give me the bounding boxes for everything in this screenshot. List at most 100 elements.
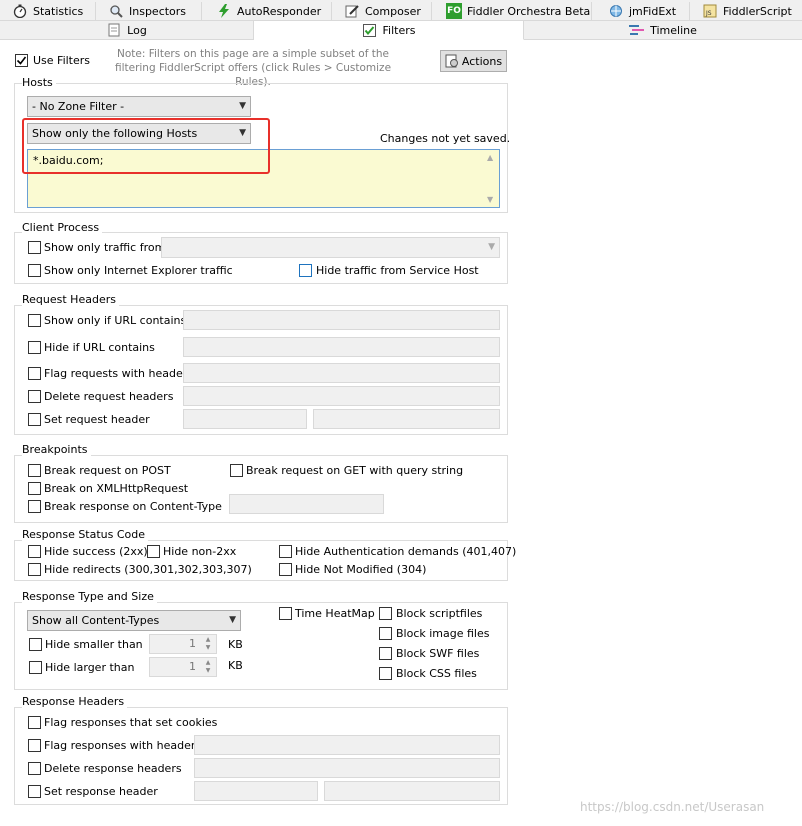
actions-icon bbox=[445, 54, 458, 68]
hide-service-host-checkbox[interactable] bbox=[299, 264, 312, 277]
hide-larger-checkbox[interactable] bbox=[29, 661, 42, 674]
actions-button[interactable]: Actions bbox=[440, 50, 507, 72]
hide-redirects-checkbox[interactable] bbox=[28, 563, 41, 576]
hide-url-input[interactable] bbox=[183, 337, 500, 357]
script-icon: JS bbox=[702, 3, 718, 19]
tab-fiddler-orchestra-label: Fiddler Orchestra Beta bbox=[467, 4, 591, 18]
break-post-checkbox[interactable] bbox=[28, 464, 41, 477]
set-request-header-checkbox[interactable] bbox=[28, 413, 41, 426]
check-icon bbox=[362, 22, 378, 38]
flag-cookies-checkbox[interactable] bbox=[28, 716, 41, 729]
tab-autoresponder[interactable]: AutoResponder bbox=[202, 2, 332, 21]
break-content-type-label: Break response on Content-Type bbox=[44, 500, 222, 513]
show-only-traffic-from-label: Show only traffic from bbox=[44, 241, 166, 254]
break-content-type-input[interactable] bbox=[229, 494, 384, 514]
flag-response-headers-checkbox[interactable] bbox=[28, 739, 41, 752]
tab-composer[interactable]: Composer bbox=[332, 2, 432, 21]
stopwatch-icon bbox=[12, 3, 28, 19]
chevron-down-icon: ▼ bbox=[488, 242, 495, 252]
chevron-down-icon: ▼ bbox=[239, 101, 246, 111]
block-css-checkbox[interactable] bbox=[379, 667, 392, 680]
flag-requests-input[interactable] bbox=[183, 363, 500, 383]
block-swf-label: Block SWF files bbox=[396, 647, 480, 660]
break-xhr-checkbox[interactable] bbox=[28, 482, 41, 495]
tab-statistics[interactable]: Statistics bbox=[0, 2, 96, 21]
show-only-ie-checkbox[interactable] bbox=[28, 264, 41, 277]
filters-panel: Use Filters Note: Filters on this page a… bbox=[0, 40, 802, 826]
hide-smaller-unit: KB bbox=[228, 638, 243, 651]
hosts-status-text: Changes not yet saved. bbox=[380, 132, 511, 145]
delete-response-headers-input[interactable] bbox=[194, 758, 500, 778]
flag-requests-checkbox[interactable] bbox=[28, 367, 41, 380]
spinner-arrows-icon[interactable]: ▲ ▼ bbox=[202, 659, 214, 675]
use-filters-label: Use Filters bbox=[33, 54, 91, 67]
show-only-url-label: Show only if URL contains bbox=[44, 314, 187, 327]
set-request-header-name-input[interactable] bbox=[183, 409, 307, 429]
tab-jmfidext-label: jmFidExt bbox=[629, 4, 677, 18]
hide-success-checkbox[interactable] bbox=[28, 545, 41, 558]
break-content-type-checkbox[interactable] bbox=[28, 500, 41, 513]
hide-smaller-value: 1 bbox=[189, 637, 196, 650]
delete-request-headers-checkbox[interactable] bbox=[28, 390, 41, 403]
hide-redirects-label: Hide redirects (300,301,302,303,307) bbox=[44, 563, 252, 576]
block-script-checkbox[interactable] bbox=[379, 607, 392, 620]
lightning-icon bbox=[216, 3, 232, 19]
show-only-traffic-from-checkbox[interactable] bbox=[28, 241, 41, 254]
set-response-header-value-input[interactable] bbox=[324, 781, 500, 801]
block-script-label: Block scriptfiles bbox=[396, 607, 483, 620]
set-response-header-name-input[interactable] bbox=[194, 781, 318, 801]
hide-smaller-label: Hide smaller than bbox=[45, 638, 143, 651]
tab-timeline[interactable]: Timeline bbox=[524, 21, 802, 40]
tab-composer-label: Composer bbox=[365, 4, 421, 18]
show-only-url-input[interactable] bbox=[183, 310, 500, 330]
delete-request-headers-input[interactable] bbox=[183, 386, 500, 406]
response-headers-title: Response Headers bbox=[22, 695, 128, 708]
break-get-query-checkbox[interactable] bbox=[230, 464, 243, 477]
flag-response-headers-input[interactable] bbox=[194, 735, 500, 755]
hide-url-label: Hide if URL contains bbox=[44, 341, 155, 354]
hide-service-host-label: Hide traffic from Service Host bbox=[316, 264, 479, 277]
hide-url-checkbox[interactable] bbox=[28, 341, 41, 354]
zone-filter-value: - No Zone Filter - bbox=[32, 100, 125, 113]
delete-response-headers-checkbox[interactable] bbox=[28, 762, 41, 775]
svg-text:JS: JS bbox=[705, 10, 712, 17]
show-only-ie-label: Show only Internet Explorer traffic bbox=[44, 264, 233, 277]
content-types-select[interactable]: Show all Content-Types ▼ bbox=[27, 610, 241, 631]
globe-icon bbox=[608, 3, 624, 19]
scroll-down-icon: ▼ bbox=[487, 195, 494, 204]
time-heatmap-label: Time HeatMap bbox=[295, 607, 375, 620]
tab-jmfidext[interactable]: jmFidExt bbox=[592, 2, 690, 21]
hosts-scrollbar[interactable]: ▲ ▼ bbox=[483, 150, 499, 207]
checkmark-icon bbox=[16, 56, 27, 65]
set-response-header-label: Set response header bbox=[44, 785, 158, 798]
block-image-checkbox[interactable] bbox=[379, 627, 392, 640]
hide-non2xx-checkbox[interactable] bbox=[147, 545, 160, 558]
set-request-header-value-input[interactable] bbox=[313, 409, 500, 429]
use-filters-checkbox[interactable] bbox=[15, 54, 28, 67]
show-only-url-checkbox[interactable] bbox=[28, 314, 41, 327]
hide-smaller-checkbox[interactable] bbox=[29, 638, 42, 651]
tab-fiddlerscript[interactable]: JS FiddlerScript bbox=[690, 2, 802, 21]
block-css-label: Block CSS files bbox=[396, 667, 477, 680]
magnifier-icon bbox=[108, 3, 124, 19]
hide-not-modified-checkbox[interactable] bbox=[279, 563, 292, 576]
set-response-header-checkbox[interactable] bbox=[28, 785, 41, 798]
flag-cookies-label: Flag responses that set cookies bbox=[44, 716, 218, 729]
zone-filter-select[interactable]: - No Zone Filter - ▼ bbox=[27, 96, 251, 117]
tab-log[interactable]: Log bbox=[0, 21, 254, 40]
spinner-arrows-icon[interactable]: ▲ ▼ bbox=[202, 636, 214, 652]
fo-icon: FO bbox=[446, 3, 462, 19]
chevron-down-icon: ▼ bbox=[229, 615, 236, 625]
content-types-value: Show all Content-Types bbox=[32, 614, 160, 627]
hide-larger-label: Hide larger than bbox=[45, 661, 135, 674]
hide-larger-spinner[interactable]: 1 ▲ ▼ bbox=[149, 657, 217, 677]
time-heatmap-checkbox[interactable] bbox=[279, 607, 292, 620]
process-select[interactable]: ▼ bbox=[161, 237, 500, 258]
tab-fiddler-orchestra[interactable]: FO Fiddler Orchestra Beta bbox=[432, 2, 592, 21]
tab-filters[interactable]: Filters bbox=[254, 21, 524, 40]
block-swf-checkbox[interactable] bbox=[379, 647, 392, 660]
hide-auth-checkbox[interactable] bbox=[279, 545, 292, 558]
tab-inspectors[interactable]: Inspectors bbox=[96, 2, 202, 21]
hide-smaller-spinner[interactable]: 1 ▲ ▼ bbox=[149, 634, 217, 654]
block-image-label: Block image files bbox=[396, 627, 490, 640]
